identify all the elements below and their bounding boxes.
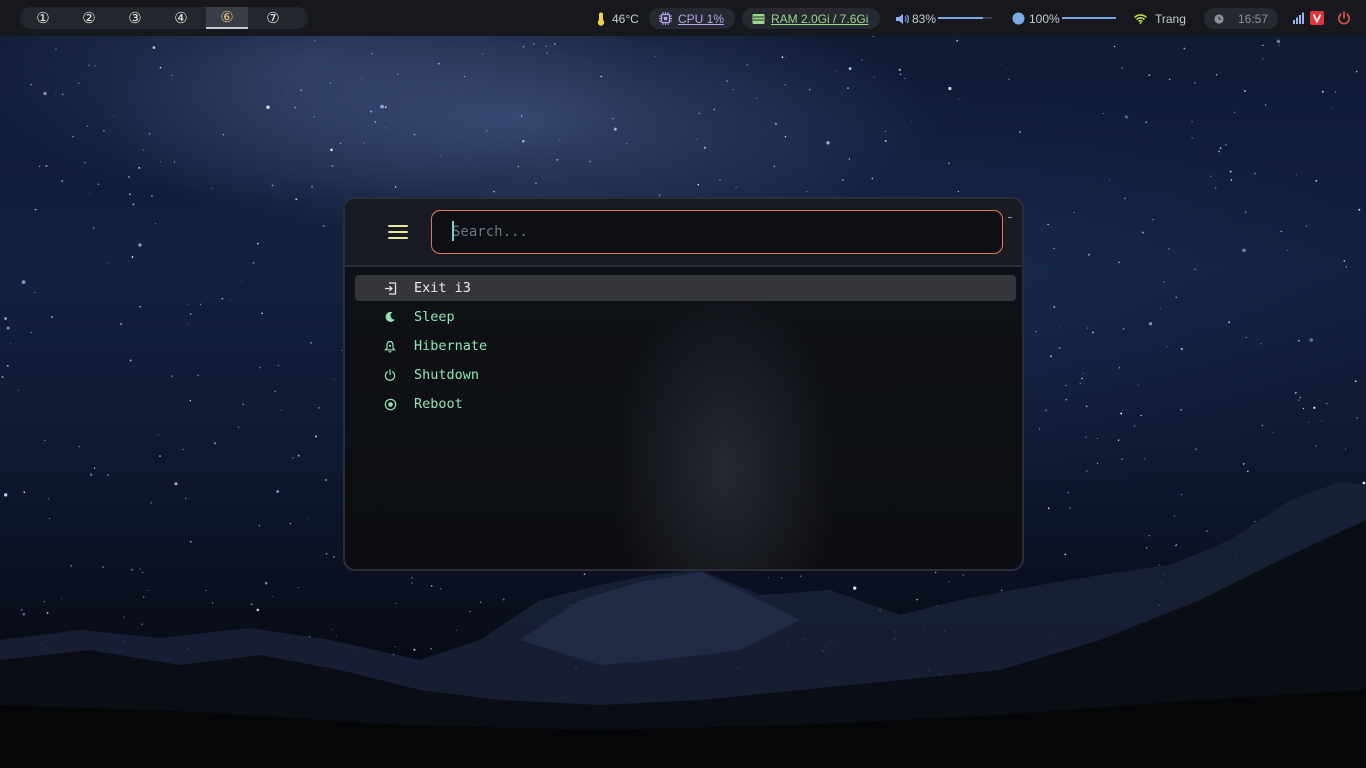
header-corner-mark (1008, 217, 1012, 218)
text-cursor (452, 221, 454, 241)
workspace-1-button[interactable]: ① (22, 7, 64, 29)
brightness-icon (1012, 12, 1025, 25)
menu-item-label: Hibernate (414, 338, 488, 354)
speaker-icon (896, 13, 909, 24)
power-icon (383, 368, 397, 382)
top-bar: ① ② ③ ④ ⑥ ⑦ 46°C CPU 1% RAM 2.0Gi / 7.6G… (0, 0, 1366, 36)
workspace-6-button[interactable]: ⑥ (206, 7, 248, 29)
workspace-2-button[interactable]: ② (68, 7, 110, 29)
wifi-network-name: Trang (1155, 11, 1186, 26)
temperature-value: 46°C (612, 11, 639, 26)
workspace-4-button[interactable]: ④ (160, 7, 202, 29)
menu-item-label: Shutdown (414, 367, 480, 383)
signal-bars-icon[interactable] (1293, 12, 1305, 24)
workspace-7-button[interactable]: ⑦ (252, 7, 294, 29)
menu-item-sleep[interactable]: Sleep (355, 304, 1016, 330)
vivaldi-tray-icon[interactable] (1310, 11, 1324, 25)
cpu-chip-icon (659, 12, 672, 25)
temperature-widget: 46°C (596, 8, 639, 29)
menu-item-label: Sleep (414, 309, 455, 325)
menu-item-hibernate[interactable]: Hibernate (355, 333, 1016, 359)
moon-icon (383, 310, 397, 324)
power-menu-launcher: Exit i3 Sleep Hibernate (343, 197, 1024, 571)
reboot-icon (383, 397, 397, 411)
ram-widget[interactable]: RAM 2.0Gi / 7.6Gi (742, 8, 880, 29)
menu-item-label: Reboot (414, 396, 463, 412)
workspace-3-button[interactable]: ③ (114, 7, 156, 29)
volume-widget[interactable]: 83% (896, 8, 936, 29)
cpu-widget[interactable]: CPU 1% (649, 8, 735, 29)
brightness-widget[interactable]: 100% (1012, 8, 1060, 29)
ram-value: RAM 2.0Gi / 7.6Gi (771, 11, 869, 26)
workspace-switcher: ① ② ③ ④ ⑥ ⑦ (20, 7, 308, 29)
launcher-results-list: Exit i3 Sleep Hibernate Shutdown Reboot (355, 275, 1016, 420)
menu-item-exit-i3[interactable]: Exit i3 (355, 275, 1016, 301)
menu-item-label: Exit i3 (414, 280, 471, 296)
menu-item-reboot[interactable]: Reboot (355, 391, 1016, 417)
thermometer-icon (597, 12, 605, 26)
brightness-slider[interactable] (1062, 17, 1116, 19)
wifi-icon (1134, 13, 1147, 24)
search-input[interactable] (431, 210, 1003, 254)
hamburger-menu-icon[interactable] (388, 225, 408, 241)
volume-value: 83% (912, 11, 937, 26)
power-menu-icon[interactable] (1337, 11, 1351, 25)
clock-icon (1214, 13, 1224, 24)
exit-icon (383, 281, 397, 295)
cpu-value: CPU 1% (678, 11, 725, 26)
menu-item-shutdown[interactable]: Shutdown (355, 362, 1016, 388)
clock-time: 16:57 (1237, 11, 1268, 26)
bell-icon (383, 339, 397, 353)
brightness-value: 100% (1029, 11, 1060, 26)
wifi-widget[interactable]: Trang (1134, 8, 1186, 29)
volume-slider[interactable] (938, 17, 992, 19)
clock-widget[interactable]: 16:57 (1204, 8, 1278, 29)
launcher-header (345, 199, 1022, 267)
memory-icon (752, 13, 765, 24)
